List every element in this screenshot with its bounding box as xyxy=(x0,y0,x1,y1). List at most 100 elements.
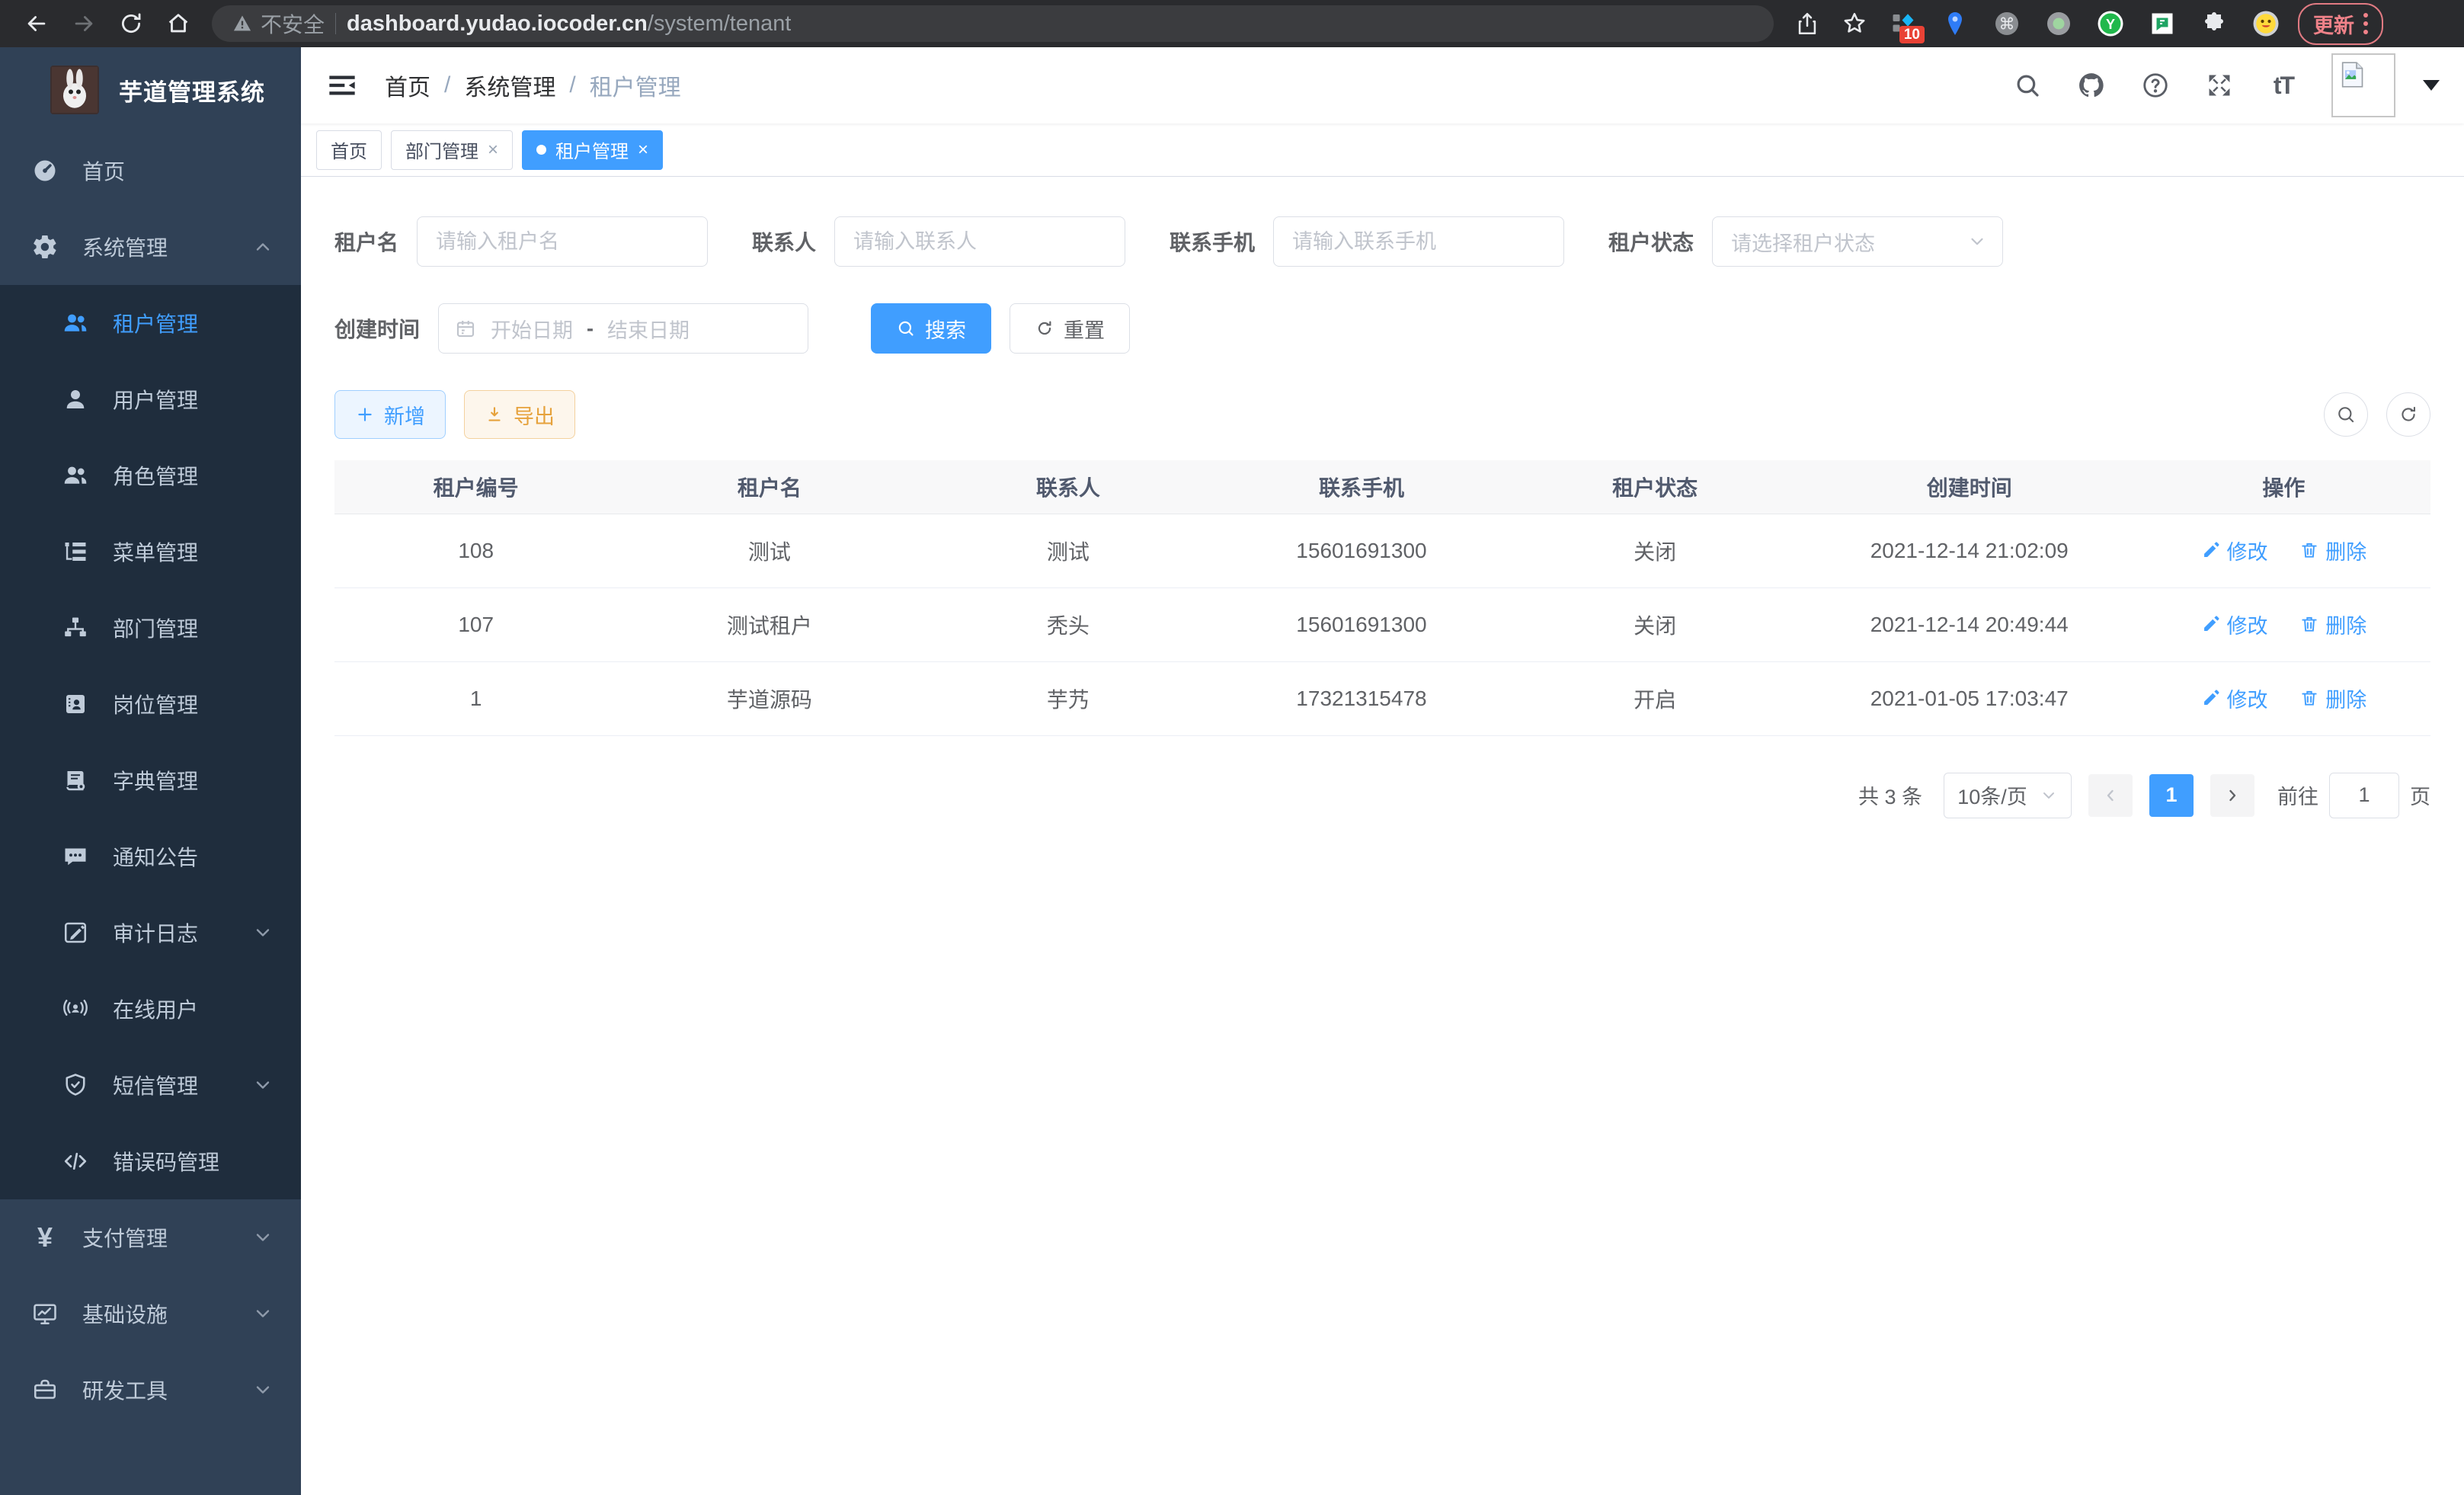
trash-icon xyxy=(2299,540,2319,560)
reload-icon[interactable] xyxy=(111,4,151,43)
yudao-green-icon[interactable]: Y xyxy=(2094,7,2127,40)
date-range-picker[interactable]: 开始日期 - 结束日期 xyxy=(438,303,808,354)
breadcrumb-separator: / xyxy=(569,72,575,98)
sidebar-item-label: 审计日志 xyxy=(113,917,229,948)
sidebar-item-label: 基础设施 xyxy=(82,1298,229,1329)
status-dot-icon[interactable] xyxy=(2042,7,2075,40)
cell-actions: 修改 删除 xyxy=(2137,661,2430,735)
plus-icon xyxy=(355,405,375,424)
sidebar-item-dict[interactable]: 字典管理 xyxy=(0,742,301,818)
edit-button[interactable]: 修改 xyxy=(2201,536,2268,565)
share-icon[interactable] xyxy=(1787,4,1827,43)
edit-button[interactable]: 修改 xyxy=(2201,610,2268,639)
chevron-down-icon xyxy=(252,1074,274,1096)
sidebar-item-home[interactable]: 首页 xyxy=(0,133,301,209)
chat-icon[interactable] xyxy=(2146,7,2179,40)
sidebar-item-role[interactable]: 角色管理 xyxy=(0,437,301,514)
active-dot-icon xyxy=(536,145,546,155)
divider xyxy=(335,13,336,34)
page-size-select[interactable]: 10条/页 xyxy=(1944,773,2072,818)
command-icon[interactable]: ⌘ xyxy=(1990,7,2024,40)
col-header-status: 租户状态 xyxy=(1509,460,1802,514)
security-warning[interactable]: 不安全 xyxy=(232,8,325,39)
search-icon[interactable] xyxy=(2011,69,2043,101)
app-frame: 芋道管理系统 首页 系统管理 租户管理 xyxy=(0,47,2464,1495)
sidebar-item-audit-log[interactable]: 审计日志 xyxy=(0,895,301,971)
sidebar-item-menu[interactable]: 菜单管理 xyxy=(0,514,301,590)
sidebar-item-post[interactable]: 岗位管理 xyxy=(0,666,301,742)
sidebar-item-sms[interactable]: 短信管理 xyxy=(0,1047,301,1123)
caret-down-icon[interactable] xyxy=(2423,80,2440,91)
sidebar-item-error-code[interactable]: 错误码管理 xyxy=(0,1123,301,1199)
sidebar-item-user[interactable]: 用户管理 xyxy=(0,361,301,437)
sidebar-item-pay[interactable]: ¥ 支付管理 xyxy=(0,1199,301,1276)
sidebar: 芋道管理系统 首页 系统管理 租户管理 xyxy=(0,47,301,1495)
add-button-label: 新增 xyxy=(384,400,425,430)
close-icon[interactable]: × xyxy=(638,141,648,159)
sidebar-item-dept[interactable]: 部门管理 xyxy=(0,590,301,666)
close-icon[interactable]: × xyxy=(488,141,498,159)
navbar-right: tT xyxy=(2011,53,2440,117)
delete-button[interactable]: 删除 xyxy=(2299,683,2366,713)
font-size-icon[interactable]: tT xyxy=(2267,69,2299,101)
address-bar[interactable]: 不安全 dashboard.yudao.iocoder.cn/system/te… xyxy=(212,5,1774,42)
breadcrumb-system[interactable]: 系统管理 xyxy=(464,69,555,102)
home-icon[interactable] xyxy=(158,4,198,43)
delete-label: 删除 xyxy=(2325,683,2366,713)
sidebar-item-online-user[interactable]: 在线用户 xyxy=(0,971,301,1047)
add-button[interactable]: 新增 xyxy=(334,390,446,439)
search-button[interactable]: 搜索 xyxy=(871,303,991,354)
sidebar-item-label: 通知公告 xyxy=(113,841,274,872)
page-number-1[interactable]: 1 xyxy=(2149,774,2194,817)
next-page-button[interactable] xyxy=(2210,774,2254,817)
tab-label: 租户管理 xyxy=(555,136,629,163)
back-icon[interactable] xyxy=(17,4,56,43)
menu-fold-icon[interactable] xyxy=(325,69,359,102)
tab-dept[interactable]: 部门管理× xyxy=(391,130,513,170)
reset-button[interactable]: 重置 xyxy=(1010,303,1130,354)
tab-home[interactable]: 首页 xyxy=(316,130,382,170)
update-label: 更新 xyxy=(2313,9,2354,39)
delete-button[interactable]: 删除 xyxy=(2299,610,2366,639)
tenant-name-input[interactable] xyxy=(417,216,708,267)
tiles-diamond-icon[interactable]: 10 xyxy=(1886,7,1920,40)
cell-created: 2021-01-05 17:03:47 xyxy=(1802,661,2137,735)
sidebar-item-label: 字典管理 xyxy=(113,765,274,796)
mobile-input[interactable] xyxy=(1273,216,1564,267)
log-edit-icon xyxy=(61,918,90,947)
tab-tenant[interactable]: 租户管理 × xyxy=(522,130,663,170)
cell-created: 2021-12-14 20:49:44 xyxy=(1802,587,2137,661)
security-label: 不安全 xyxy=(261,8,325,39)
bookmark-star-icon[interactable] xyxy=(1835,4,1874,43)
delete-button[interactable]: 删除 xyxy=(2299,536,2366,565)
sidebar-item-system[interactable]: 系统管理 xyxy=(0,209,301,285)
goto-page-input[interactable] xyxy=(2329,773,2399,818)
refresh-table-button[interactable] xyxy=(2386,392,2430,437)
browser-update-button[interactable]: 更新 xyxy=(2298,3,2383,45)
forward-icon[interactable] xyxy=(64,4,104,43)
contact-input[interactable] xyxy=(834,216,1125,267)
export-button[interactable]: 导出 xyxy=(464,390,575,439)
app-logo-row[interactable]: 芋道管理系统 xyxy=(0,47,301,133)
github-icon[interactable] xyxy=(2075,69,2107,101)
emoji-icon[interactable] xyxy=(2249,7,2283,40)
sidebar-item-label: 研发工具 xyxy=(82,1375,229,1405)
edit-label: 修改 xyxy=(2227,610,2268,639)
sidebar-item-tenant[interactable]: 租户管理 xyxy=(0,285,301,361)
chevron-left-icon xyxy=(2101,786,2120,805)
question-icon[interactable] xyxy=(2139,69,2171,101)
fullscreen-icon[interactable] xyxy=(2203,69,2235,101)
map-pin-icon[interactable] xyxy=(1938,7,1972,40)
sidebar-item-notice[interactable]: 通知公告 xyxy=(0,818,301,895)
status-select[interactable]: 请选择租户状态 xyxy=(1712,216,2003,267)
sidebar-item-infra[interactable]: 基础设施 xyxy=(0,1276,301,1352)
breadcrumb-home[interactable]: 首页 xyxy=(385,69,430,102)
prev-page-button[interactable] xyxy=(2088,774,2133,817)
pagination-goto: 前往 页 xyxy=(2277,773,2430,818)
user-icon xyxy=(61,385,90,414)
avatar[interactable] xyxy=(2331,53,2395,117)
toggle-search-button[interactable] xyxy=(2324,392,2368,437)
puzzle-icon[interactable] xyxy=(2197,7,2231,40)
edit-button[interactable]: 修改 xyxy=(2201,683,2268,713)
sidebar-item-dev-tools[interactable]: 研发工具 xyxy=(0,1352,301,1428)
